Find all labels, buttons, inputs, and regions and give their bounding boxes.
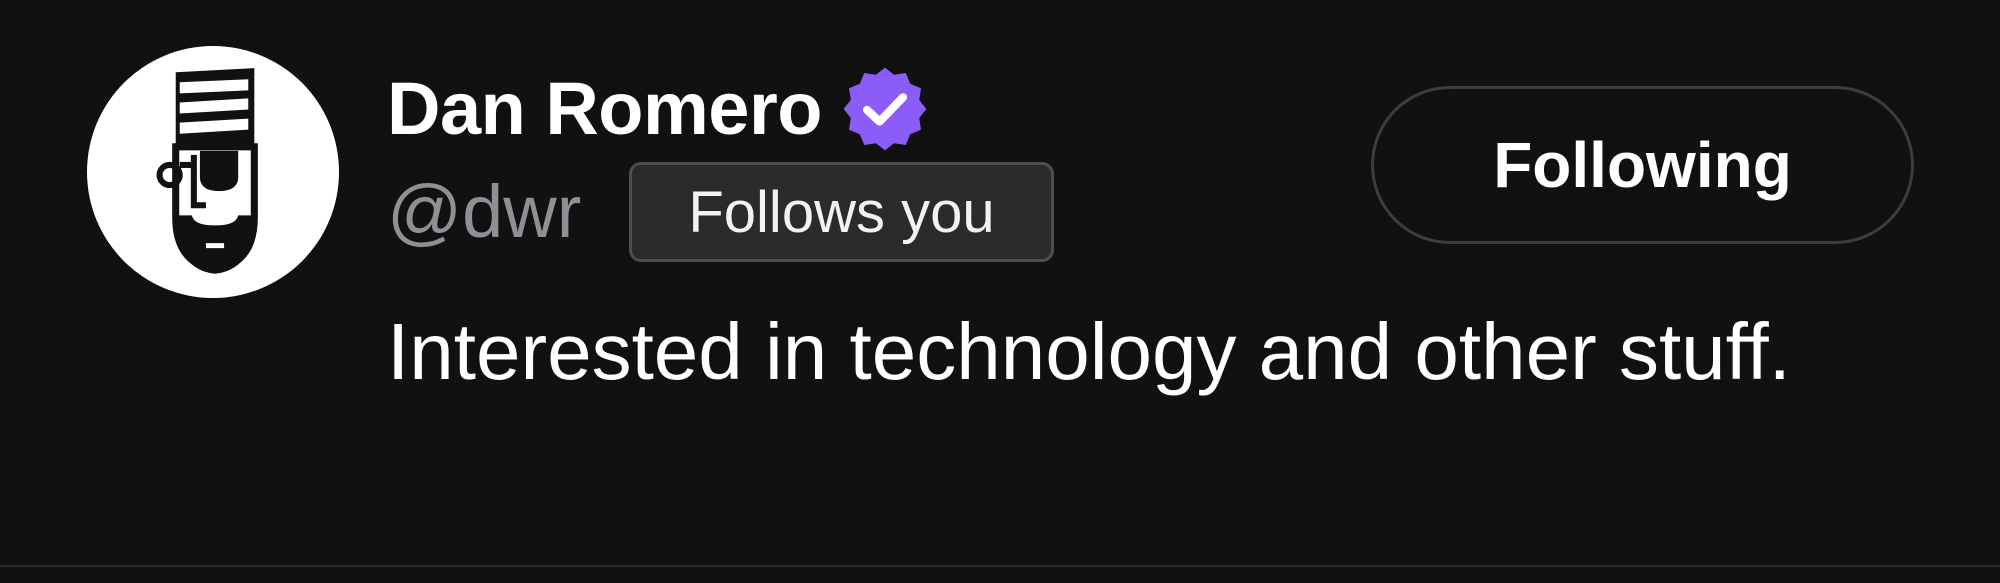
- follows-you-badge: Follows you: [629, 162, 1054, 262]
- profile-card: Dan Romero @dwr Follows you Following In…: [0, 0, 2000, 583]
- name-row: Dan Romero: [387, 62, 930, 156]
- pirate-face-avatar-icon: [156, 68, 258, 274]
- display-name[interactable]: Dan Romero: [387, 72, 822, 146]
- verified-badge-icon: [843, 67, 927, 151]
- divider: [0, 565, 2000, 567]
- profile-bio: Interested in technology and other stuff…: [387, 307, 1791, 396]
- handle-row: @dwr Follows you: [387, 158, 1054, 266]
- username-handle[interactable]: @dwr: [387, 175, 581, 249]
- avatar[interactable]: [87, 46, 339, 298]
- following-button[interactable]: Following: [1371, 86, 1914, 244]
